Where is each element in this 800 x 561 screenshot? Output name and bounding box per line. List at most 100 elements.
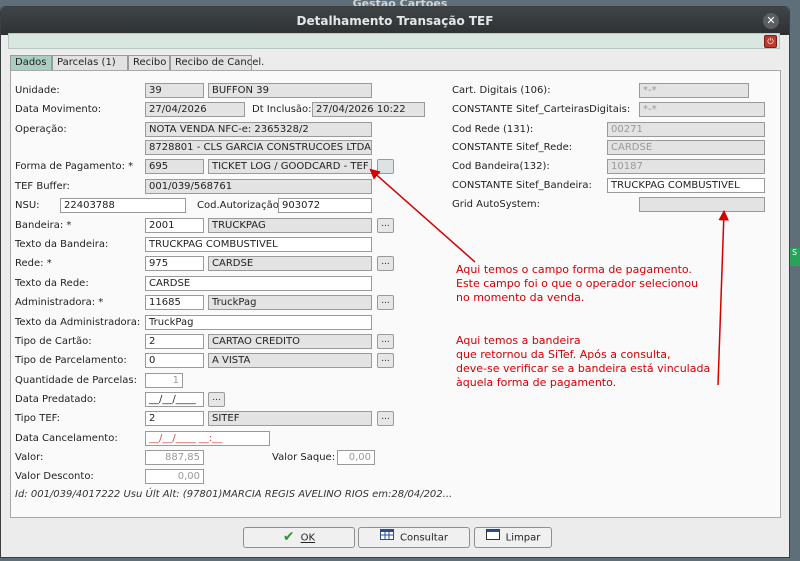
texto-bandeira-label: Texto da Bandeira:	[15, 239, 109, 250]
operacao-line1-field[interactable]: NOTA VENDA NFC-e: 2365328/2	[145, 122, 372, 137]
dt-inclusao-field[interactable]: 27/04/2026 10:22	[312, 102, 425, 117]
tef-buffer-field[interactable]: 001/039/568761	[145, 179, 372, 194]
tipo-cartao-code-field[interactable]: 2	[145, 334, 204, 349]
cart-digitais-field[interactable]: *-*	[639, 83, 749, 98]
dt-inclusao-label: Dt Inclusão:	[252, 104, 312, 115]
close-button[interactable]: ✕	[763, 13, 779, 29]
constante-bandeira-field[interactable]: TRUCKPAG COMBUSTIVEL	[607, 178, 765, 193]
limpar-button[interactable]: Limpar	[474, 527, 552, 548]
bandeira-code-field[interactable]: 2001	[145, 218, 204, 233]
unidade-name-field[interactable]: BUFFON 39	[208, 83, 372, 98]
consultar-button[interactable]: Consultar	[358, 527, 470, 548]
data-predatado-field[interactable]: __/__/____	[145, 392, 204, 407]
annotation-line: que retornou da SiTef. Após a consulta,	[456, 348, 671, 361]
annotation-line: Aqui temos o campo forma de pagamento.	[456, 263, 692, 276]
texto-bandeira-field[interactable]: TRUCKPAG COMBUSTIVEL	[145, 237, 372, 252]
quantidade-parcelas-field[interactable]: 1	[145, 373, 183, 388]
quantidade-parcelas-label: Quantidade de Parcelas:	[15, 375, 137, 386]
tipo-parcelamento-name-field[interactable]: A VISTA	[208, 353, 372, 368]
limpar-button-label: Limpar	[505, 532, 541, 544]
valor-saque-label: Valor Saque:	[272, 452, 336, 463]
tipo-parcelamento-code-field[interactable]: 0	[145, 353, 204, 368]
forma-pagamento-lookup-button[interactable]	[377, 159, 394, 174]
annotation-line: deve-se verificar se a bandeira está vin…	[456, 362, 711, 375]
cod-bandeira-field[interactable]: 10187	[607, 159, 765, 174]
data-cancelamento-field[interactable]: __/__/____ __:__	[145, 431, 270, 446]
annotation-line: Aqui temos a bandeira	[456, 334, 581, 347]
valor-field[interactable]: 887,85	[145, 450, 204, 465]
data-movimento-label: Data Movimento:	[15, 104, 102, 115]
annotation-forma-pagamento: Aqui temos o campo forma de pagamento. E…	[456, 263, 698, 305]
tipo-tef-lookup-button[interactable]: ...	[377, 411, 394, 426]
grid-autosystem-field[interactable]	[639, 197, 765, 212]
data-predatado-calendar-button[interactable]: ...	[208, 392, 225, 407]
valor-desconto-label: Valor Desconto:	[15, 471, 94, 482]
texto-rede-field[interactable]: CARDSE	[145, 276, 372, 291]
close-icon: ✕	[766, 14, 776, 27]
texto-administradora-label: Texto da Administradora:	[15, 317, 141, 328]
tab-dados[interactable]: Dados	[10, 55, 52, 70]
power-icon: ⏻	[767, 37, 774, 46]
valor-desconto-field[interactable]: 0,00	[145, 469, 204, 484]
bandeira-lookup-button[interactable]: ...	[377, 218, 394, 233]
cod-autorizacao-label: Cod.Autorização:	[197, 200, 283, 211]
cod-rede-field[interactable]: 00271	[607, 122, 765, 137]
ok-button[interactable]: ✔ OK	[243, 527, 355, 548]
bandeira-label: Bandeira: *	[15, 220, 72, 231]
rede-lookup-button[interactable]: ...	[377, 256, 394, 271]
top-toolbar: ⏻	[8, 33, 780, 49]
administradora-label: Administradora: *	[15, 297, 104, 308]
tab-parcelas[interactable]: Parcelas (1)	[52, 55, 128, 70]
operacao-line2-field[interactable]: 8728801 - CLS GARCIA CONSTRUCOES LTDA M	[145, 140, 372, 155]
tab-recibo[interactable]: Recibo	[128, 55, 170, 70]
constante-carteiras-field[interactable]: *-*	[639, 102, 765, 117]
audit-footer: Id: 001/039/4017222 Usu Últ Alt: (97801)…	[15, 489, 453, 500]
data-movimento-field[interactable]: 27/04/2026	[145, 102, 245, 117]
annotation-bandeira: Aqui temos a bandeira que retornou da Si…	[456, 334, 710, 390]
tipo-parcelamento-label: Tipo de Parcelamento:	[15, 355, 127, 366]
data-cancelamento-label: Data Cancelamento:	[15, 433, 118, 444]
unidade-code-field[interactable]: 39	[145, 83, 204, 98]
annotation-line: no momento da venda.	[456, 291, 585, 304]
tipo-parcelamento-lookup-button[interactable]: ...	[377, 353, 394, 368]
forma-pagamento-name-field[interactable]: TICKET LOG / GOODCARD - TEF	[208, 159, 372, 174]
tipo-cartao-name-field[interactable]: CARTAO CREDITO	[208, 334, 372, 349]
rede-code-field[interactable]: 975	[145, 256, 204, 271]
window-title: Detalhamento Transação TEF	[296, 14, 494, 28]
administradora-lookup-button[interactable]: ...	[377, 295, 394, 310]
bandeira-name-field[interactable]: TRUCKPAG	[208, 218, 372, 233]
tipo-cartao-lookup-button[interactable]: ...	[377, 334, 394, 349]
valor-label: Valor:	[15, 452, 44, 463]
ok-button-label: OK	[300, 532, 316, 544]
tipo-tef-name-field[interactable]: SITEF	[208, 411, 372, 426]
rede-name-field[interactable]: CARDSE	[208, 256, 372, 271]
grid-autosystem-label: Grid AutoSystem:	[452, 199, 541, 210]
rede-label: Rede: *	[15, 258, 52, 269]
valor-saque-field[interactable]: 0,00	[337, 450, 375, 465]
data-predatado-label: Data Predatado:	[15, 394, 97, 405]
window-titlebar: Detalhamento Transação TEF ✕	[1, 7, 789, 35]
cod-bandeira-label: Cod Bandeira(132):	[452, 161, 550, 172]
constante-carteiras-label: CONSTANTE Sitef_CarteirasDigitais:	[452, 104, 631, 115]
administradora-name-field[interactable]: TruckPag	[208, 295, 372, 310]
forma-pagamento-code-field[interactable]: 695	[145, 159, 204, 174]
tipo-cartao-label: Tipo de Cartão:	[15, 336, 92, 347]
tipo-tef-code-field[interactable]: 2	[145, 411, 204, 426]
power-button[interactable]: ⏻	[764, 35, 777, 48]
tab-recibo-cancel[interactable]: Recibo de Cancel.	[170, 55, 264, 70]
nsu-label: NSU:	[15, 200, 40, 211]
cod-autorizacao-field[interactable]: 903072	[278, 198, 372, 213]
constante-bandeira-label: CONSTANTE Sitef_Bandeira:	[452, 180, 592, 191]
texto-rede-label: Texto da Rede:	[15, 278, 89, 289]
administradora-code-field[interactable]: 11685	[145, 295, 204, 310]
texto-administradora-field[interactable]: TruckPag	[145, 315, 372, 330]
nsu-field[interactable]: 22403788	[60, 198, 186, 213]
clear-form-icon	[485, 528, 500, 547]
background-badge: S	[790, 248, 800, 266]
constante-rede-label: CONSTANTE Sitef_Rede:	[452, 142, 573, 153]
annotation-line: àquela forma de pagamento.	[456, 376, 617, 389]
tef-buffer-label: TEF Buffer:	[15, 181, 70, 192]
consultar-button-label: Consultar	[400, 532, 448, 544]
constante-rede-field[interactable]: CARDSE	[607, 140, 765, 155]
unidade-label: Unidade:	[15, 85, 60, 96]
